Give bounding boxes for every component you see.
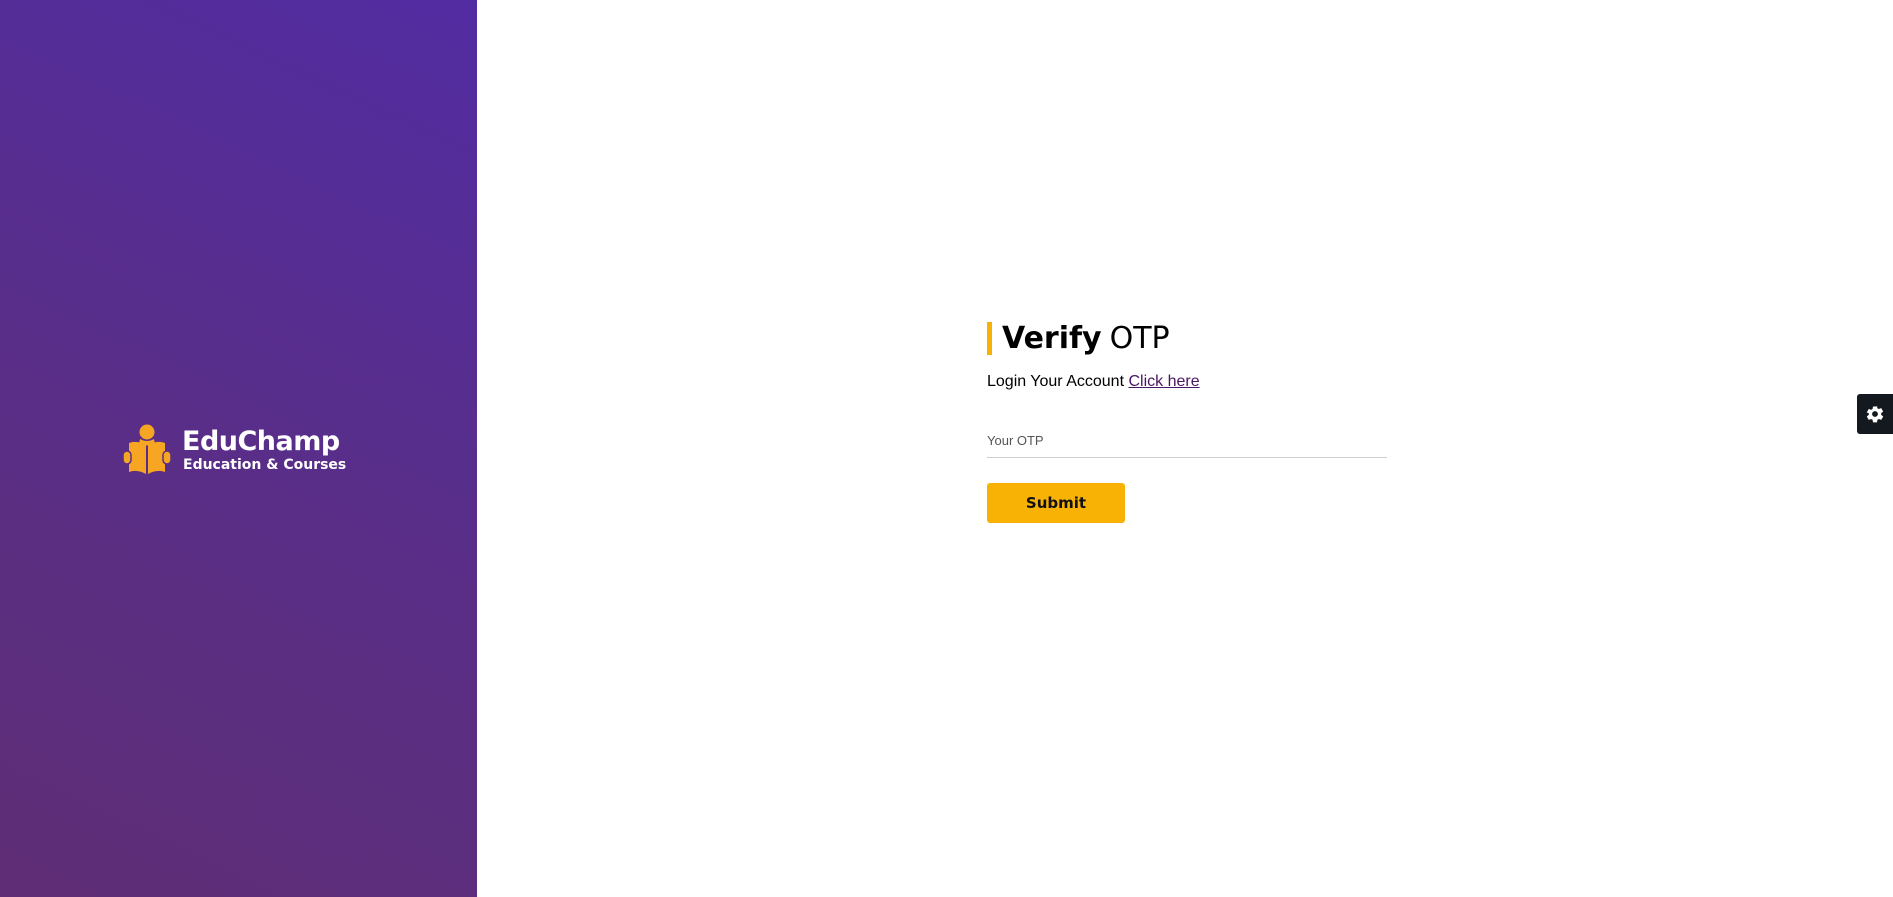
- page-title: Verify OTP: [987, 320, 1387, 356]
- reader-book-icon: [122, 424, 172, 474]
- login-link[interactable]: Click here: [1128, 373, 1199, 390]
- otp-page: EduChamp Education & Courses Verify OTP …: [0, 0, 1893, 897]
- gear-icon: [1866, 406, 1884, 423]
- brand-tagline: Education & Courses: [183, 456, 347, 473]
- brand-panel: EduChamp Education & Courses: [0, 0, 477, 897]
- otp-form: Verify OTP Login Your Account Click here…: [987, 320, 1387, 523]
- title-accent-bar: [987, 321, 992, 355]
- title-light: OTP: [1109, 320, 1170, 356]
- logo[interactable]: EduChamp Education & Courses: [121, 424, 346, 476]
- brand-name: EduChamp: [182, 425, 340, 457]
- submit-button[interactable]: Submit: [987, 483, 1125, 523]
- settings-toggle-button[interactable]: [1857, 394, 1893, 434]
- title-strong: Verify: [1002, 320, 1102, 356]
- login-prompt-line: Login Your Account Click here: [987, 373, 1387, 391]
- logo-text: EduChamp Education & Courses: [182, 425, 347, 474]
- login-prompt-text: Login Your Account: [987, 373, 1125, 390]
- otp-input[interactable]: [987, 433, 1387, 458]
